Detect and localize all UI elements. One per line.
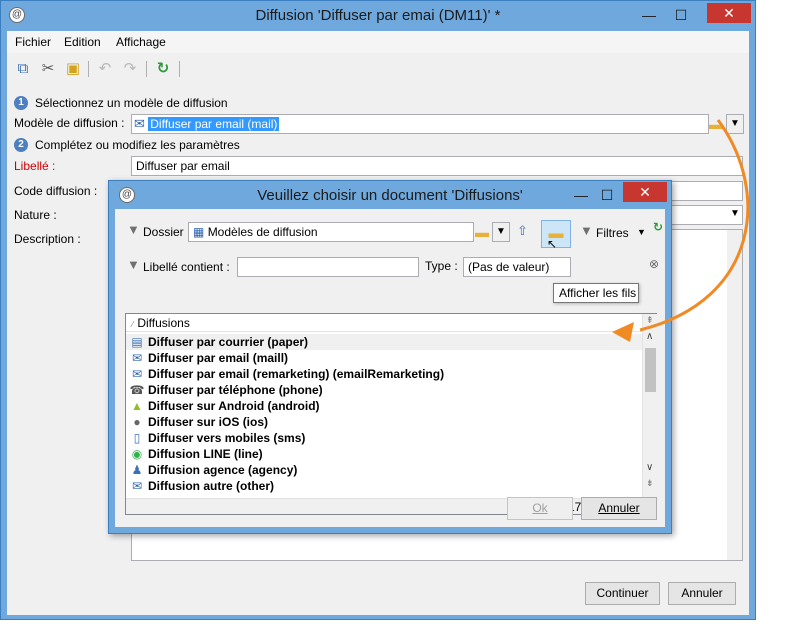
annotation-arrow	[612, 119, 750, 342]
